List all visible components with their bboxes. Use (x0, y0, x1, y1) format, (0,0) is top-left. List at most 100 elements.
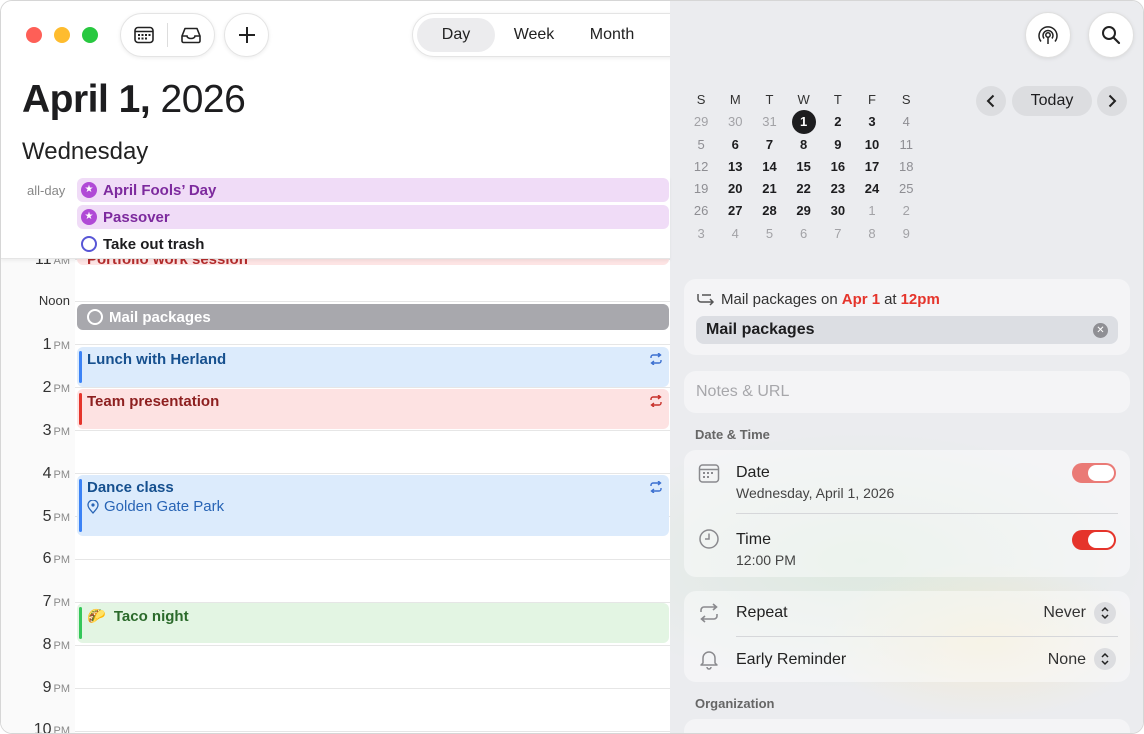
mini-calendar-day[interactable]: 15 (787, 156, 821, 178)
mini-calendar-day[interactable]: 8 (855, 223, 889, 245)
repeat-value[interactable]: Never (1043, 604, 1086, 622)
mini-calendar-day[interactable]: 19 (684, 178, 718, 200)
title-bar: Day Week Month Year (1, 1, 734, 71)
calendar-event[interactable]: Team presentation (77, 389, 669, 429)
reminder-checkbox-icon[interactable] (87, 309, 103, 325)
calendars-list-button[interactable] (121, 13, 167, 57)
mini-calendar-day[interactable]: 31 (752, 111, 786, 133)
all-day-section: all-day ★ April Fools’ Day ★ Passover Ta… (1, 176, 670, 259)
share-button[interactable] (1025, 12, 1071, 58)
calendar-event[interactable]: Lunch with Herland (77, 347, 669, 387)
hour-label: 9 PM (42, 679, 70, 696)
mini-calendar-day[interactable]: 5 (684, 134, 718, 156)
mini-calendar-day[interactable]: 13 (718, 156, 752, 178)
calendar-event[interactable]: Dance class Golden Gate Park (77, 475, 669, 536)
calendar-event[interactable]: Portfolio work session (77, 259, 669, 268)
mini-calendar-day[interactable]: 30 (718, 111, 752, 133)
mini-calendar-day[interactable]: 17 (855, 156, 889, 178)
early-reminder-popup-button[interactable] (1094, 648, 1116, 670)
mini-calendar-day[interactable]: 2 (821, 111, 855, 133)
mini-calendar-day[interactable]: 10 (855, 134, 889, 156)
add-event-button[interactable] (224, 13, 269, 57)
time-value[interactable]: 12:00 PM (736, 552, 796, 568)
mini-calendar-day[interactable]: 12 (684, 156, 718, 178)
today-button[interactable]: Today (1012, 86, 1092, 116)
airdrop-icon (1038, 26, 1058, 44)
reminder-summary: Mail packages on Apr 1 at 12pm (696, 291, 944, 308)
time-toggle[interactable] (1072, 530, 1116, 550)
mini-calendar-day[interactable]: 6 (787, 223, 821, 245)
zoom-window-button[interactable] (82, 27, 98, 43)
chevron-right-icon (1108, 94, 1117, 108)
hour-label: 7 PM (42, 593, 70, 610)
mini-calendar-day[interactable]: 28 (752, 200, 786, 222)
mini-calendar-day[interactable]: 3 (684, 223, 718, 245)
mini-calendar-day[interactable]: 2 (889, 200, 923, 222)
mini-calendar-day[interactable]: 8 (787, 134, 821, 156)
inbox-tray-icon (181, 27, 201, 44)
reminder-event-selected[interactable]: Mail packages (77, 304, 669, 330)
mini-calendar-day[interactable]: 16 (821, 156, 855, 178)
inbox-button[interactable] (168, 13, 214, 57)
mini-calendar-day[interactable]: 4 (718, 223, 752, 245)
chevron-left-icon (986, 94, 995, 108)
mini-calendar-day[interactable]: 20 (718, 178, 752, 200)
mini-calendar-day[interactable]: 26 (684, 200, 718, 222)
date-toggle[interactable] (1072, 463, 1116, 483)
view-tab-day[interactable]: Day (417, 18, 495, 52)
hour-line (75, 301, 670, 302)
all-day-event[interactable]: ★ Passover (77, 205, 669, 229)
early-reminder-value[interactable]: None (1048, 651, 1086, 669)
calendar-event[interactable]: 🌮 Taco night (77, 603, 669, 643)
mini-calendar-day[interactable]: 29 (787, 200, 821, 222)
mini-calendar-day[interactable]: 21 (752, 178, 786, 200)
all-day-event-title: April Fools’ Day (103, 181, 217, 199)
repeat-icon (650, 353, 662, 365)
mini-calendar-weekday-row: S M T W T F S (684, 89, 923, 111)
mini-calendar-day[interactable]: 22 (787, 178, 821, 200)
mini-calendar-day[interactable]: 3 (855, 111, 889, 133)
search-button[interactable] (1088, 12, 1134, 58)
clear-field-icon[interactable]: ✕ (1093, 323, 1108, 338)
next-month-button[interactable] (1097, 86, 1127, 116)
mini-calendar-day[interactable]: 7 (752, 134, 786, 156)
date-value[interactable]: Wednesday, April 1, 2026 (736, 485, 894, 501)
organization-card (684, 719, 1130, 733)
mini-calendar-day[interactable]: 5 (752, 223, 786, 245)
mini-calendar-day[interactable]: 9 (889, 223, 923, 245)
mini-calendar-day[interactable]: 6 (718, 134, 752, 156)
mini-calendar-day[interactable]: 9 (821, 134, 855, 156)
all-day-reminder[interactable]: Take out trash (77, 232, 669, 256)
view-tab-week[interactable]: Week (495, 18, 573, 52)
event-title: Portfolio work session (87, 259, 248, 268)
mini-calendar-day[interactable]: 7 (821, 223, 855, 245)
mini-calendar-day[interactable]: 27 (718, 200, 752, 222)
previous-month-button[interactable] (976, 86, 1006, 116)
mini-calendar-day[interactable]: 14 (752, 156, 786, 178)
close-window-button[interactable] (26, 27, 42, 43)
minimize-window-button[interactable] (54, 27, 70, 43)
mini-calendar-day[interactable]: 18 (889, 156, 923, 178)
event-color-bar (79, 479, 82, 532)
mini-calendar-day[interactable]: 30 (821, 200, 855, 222)
mini-calendar-day[interactable]: 11 (889, 134, 923, 156)
reminder-title-input[interactable]: Mail packages ✕ (696, 316, 1118, 344)
mini-calendar-day[interactable]: 4 (889, 111, 923, 133)
reminder-checkbox-icon[interactable] (81, 236, 97, 252)
hour-label: 6 PM (42, 550, 70, 567)
day-timeline[interactable]: 11 AM Noon 1 PM 2 PM 3 PM 4 PM 5 PM 6 PM 7 PM 8P… (1, 259, 670, 733)
event-location: Golden Gate Park (87, 498, 661, 515)
reminder-list-icon (697, 293, 715, 306)
all-day-event[interactable]: ★ April Fools’ Day (77, 178, 669, 202)
day-title-year: 2026 (160, 78, 246, 121)
mini-calendar-day[interactable]: 1 (855, 200, 889, 222)
mini-calendar-day[interactable]: 25 (889, 178, 923, 200)
hour-gutter (1, 259, 75, 733)
notes-field[interactable]: Notes & URL (684, 371, 1130, 413)
repeat-popup-button[interactable] (1094, 602, 1116, 624)
mini-calendar-day[interactable]: 24 (855, 178, 889, 200)
mini-calendar-day[interactable]: 29 (684, 111, 718, 133)
view-tab-month[interactable]: Month (573, 18, 651, 52)
mini-calendar-day[interactable]: 23 (821, 178, 855, 200)
mini-calendar-day-today[interactable]: 1 (787, 110, 821, 135)
